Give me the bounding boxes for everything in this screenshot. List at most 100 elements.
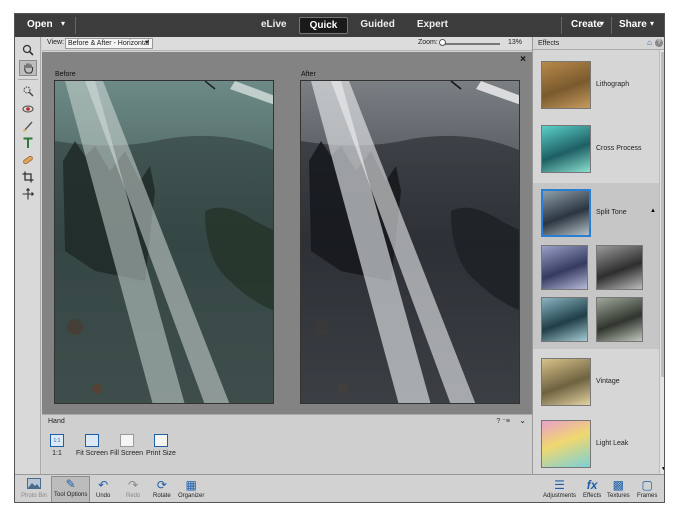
type-tool[interactable] xyxy=(19,135,37,151)
create-menu[interactable]: Create xyxy=(571,19,602,30)
divider xyxy=(611,17,612,34)
effects-panel-header: Effects ⌂ ? xyxy=(533,37,664,50)
redo-icon: ↷ xyxy=(128,478,139,492)
tool-options-button[interactable]: ✎ Tool Options xyxy=(51,476,91,502)
effect-light-leak[interactable]: Light Leak xyxy=(533,414,659,476)
hand-tool[interactable] xyxy=(19,60,37,76)
textures-button[interactable]: ▩ Textures xyxy=(607,478,630,499)
textures-label: Textures xyxy=(607,493,630,499)
effect-lithograph[interactable]: Lithograph xyxy=(533,55,659,117)
eye-icon xyxy=(22,105,34,113)
effect-label: Light Leak xyxy=(596,440,629,447)
zoom-slider-handle[interactable] xyxy=(439,39,446,46)
image-canvas[interactable]: × Before After xyxy=(42,52,532,414)
chevron-up-icon[interactable]: ▲ xyxy=(650,208,656,214)
zoom-slider-track[interactable] xyxy=(440,43,500,45)
divider xyxy=(18,79,38,80)
effects-button[interactable]: fx Effects xyxy=(583,478,601,499)
split-tone-variation-4[interactable] xyxy=(596,297,643,342)
chevron-down-icon[interactable]: ▾ xyxy=(600,19,604,28)
effect-thumbnail xyxy=(541,189,591,237)
rotate-icon: ⟳ xyxy=(156,478,167,492)
redo-button[interactable]: ↷ Redo xyxy=(126,478,140,499)
crop-tool[interactable] xyxy=(19,169,37,185)
fit-screen-label: Fit Screen xyxy=(76,450,108,457)
help-icon[interactable]: ? xyxy=(655,39,663,47)
bottom-bar: Photo Bin ✎ Tool Options ↶ Undo ↷ Redo ⟳… xyxy=(15,474,664,502)
toolbox xyxy=(15,37,41,474)
view-label: View: xyxy=(47,39,64,46)
magnifier-icon xyxy=(22,44,34,56)
effect-vintage[interactable]: Vintage xyxy=(533,352,659,414)
tab-elive[interactable]: eLive xyxy=(251,17,297,34)
chevron-down-icon[interactable]: ▼ xyxy=(661,466,664,472)
effect-label: Cross Process xyxy=(596,145,642,152)
undo-icon: ↶ xyxy=(98,478,109,492)
chevron-down-icon: ▼ xyxy=(144,40,150,46)
photo-bin-icon xyxy=(21,478,47,492)
textures-icon: ▩ xyxy=(612,478,625,492)
fx-icon: fx xyxy=(586,478,598,492)
divider xyxy=(561,17,562,34)
print-size-button[interactable]: Print Size xyxy=(146,434,176,457)
print-size-icon xyxy=(153,434,168,447)
scrollbar-thumb[interactable] xyxy=(661,52,664,377)
effect-split-tone[interactable]: Split Tone ▲ xyxy=(533,183,659,349)
divider xyxy=(75,17,76,34)
fit-screen-button[interactable]: Fit Screen xyxy=(76,434,108,457)
spot-healing-tool[interactable] xyxy=(19,152,37,168)
move-tool[interactable] xyxy=(19,186,37,202)
effects-panel: Effects ⌂ ? Lithograph Cross Process Spl… xyxy=(532,37,664,476)
effect-label: Split Tone xyxy=(596,209,627,216)
chevron-down-icon[interactable]: ⌄ xyxy=(519,416,526,425)
chevron-down-icon[interactable]: ▾ xyxy=(61,19,65,28)
tab-quick[interactable]: Quick xyxy=(298,17,349,34)
after-photo[interactable] xyxy=(300,80,520,404)
organizer-button[interactable]: ▦ Organizer xyxy=(178,478,204,499)
effect-cross-process[interactable]: Cross Process xyxy=(533,119,659,181)
frames-button[interactable]: ▢ Frames xyxy=(637,478,657,499)
close-icon[interactable]: × xyxy=(520,54,526,65)
view-select-value: Before & After - Horizontal xyxy=(68,40,150,47)
whiten-teeth-tool[interactable] xyxy=(19,118,37,134)
before-photo[interactable] xyxy=(54,80,274,404)
adjustments-button[interactable]: ☰ Adjustments xyxy=(543,478,576,499)
effects-scrollbar[interactable]: ▼ xyxy=(659,50,664,474)
fill-screen-button[interactable]: Fill Screen xyxy=(110,434,143,457)
tool-options-icon: ✎ xyxy=(65,477,76,491)
one-to-one-button[interactable]: 1:1 1:1 xyxy=(50,434,64,457)
adjustments-label: Adjustments xyxy=(543,493,577,499)
zoom-tool[interactable] xyxy=(19,42,37,58)
type-icon xyxy=(23,137,33,148)
home-icon[interactable]: ⌂ xyxy=(647,38,652,47)
tab-guided[interactable]: Guided xyxy=(350,17,404,34)
effects-panel-title: Effects xyxy=(538,40,560,47)
split-tone-variation-3[interactable] xyxy=(541,297,588,342)
undo-button[interactable]: ↶ Undo xyxy=(96,478,110,499)
quick-selection-tool[interactable] xyxy=(19,83,37,99)
effect-thumbnail xyxy=(541,125,591,173)
view-select[interactable]: Before & After - Horizontal ▼ xyxy=(65,38,153,49)
chevron-down-icon[interactable]: ▾ xyxy=(650,19,654,28)
bandage-icon xyxy=(23,155,33,165)
tool-options-label: Tool Options xyxy=(54,492,88,498)
print-size-label: Print Size xyxy=(146,450,176,457)
open-menu[interactable]: Open xyxy=(27,19,53,30)
split-tone-variation-2[interactable] xyxy=(596,245,643,290)
split-tone-variation-1[interactable] xyxy=(541,245,588,290)
photo-bin-label: Photo Bin xyxy=(21,493,48,499)
organizer-label: Organizer xyxy=(178,493,205,499)
before-image xyxy=(55,81,273,403)
tab-expert[interactable]: Expert xyxy=(407,17,458,34)
photo-bin-button[interactable]: Photo Bin xyxy=(21,478,47,499)
help-icon[interactable]: ? ⁻≡ xyxy=(496,417,510,425)
share-menu[interactable]: Share xyxy=(619,19,647,30)
redo-label: Redo xyxy=(126,493,141,499)
effect-thumbnail xyxy=(541,61,591,109)
before-label: Before xyxy=(55,71,76,78)
fit-screen-icon xyxy=(84,434,99,447)
one-to-one-icon: 1:1 xyxy=(50,434,64,447)
red-eye-tool[interactable] xyxy=(19,101,37,117)
rotate-label: Rotate xyxy=(153,493,171,499)
rotate-button[interactable]: ⟳ Rotate xyxy=(153,478,171,499)
